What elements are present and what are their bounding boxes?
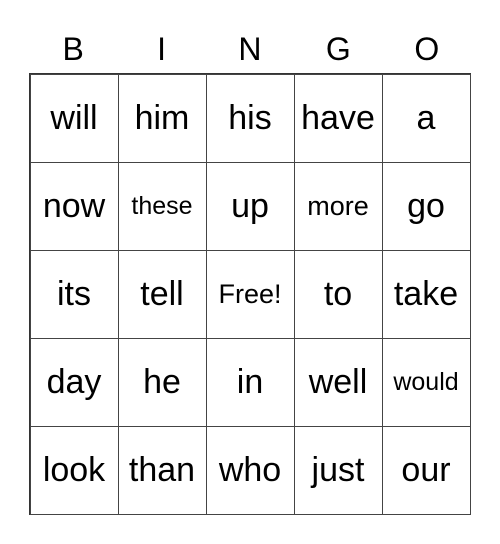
bingo-cell[interactable]: to	[293, 249, 383, 339]
bingo-cell[interactable]: just	[293, 425, 383, 515]
bingo-cell[interactable]: day	[29, 337, 119, 427]
bingo-cell[interactable]: tell	[117, 249, 207, 339]
bingo-cell[interactable]: go	[381, 161, 471, 251]
bingo-cell[interactable]: well	[293, 337, 383, 427]
bingo-cell[interactable]: he	[117, 337, 207, 427]
bingo-cell[interactable]: who	[205, 425, 295, 515]
header-letter-o: O	[414, 31, 440, 67]
bingo-cell[interactable]: his	[205, 73, 295, 163]
bingo-cell[interactable]: now	[29, 161, 119, 251]
header-letter-n: N	[238, 31, 262, 67]
free-space-cell[interactable]: Free!	[205, 249, 295, 339]
bingo-cell[interactable]: in	[205, 337, 295, 427]
header-letter-i: I	[157, 31, 167, 67]
header-letter-b: B	[62, 31, 84, 67]
bingo-cell[interactable]: than	[117, 425, 207, 515]
bingo-cell[interactable]: him	[117, 73, 207, 163]
bingo-cell[interactable]: these	[117, 161, 207, 251]
bingo-cell[interactable]: have	[293, 73, 383, 163]
bingo-cell[interactable]: our	[381, 425, 471, 515]
bingo-header: B I N G O	[29, 28, 471, 70]
bingo-cell[interactable]: will	[29, 73, 119, 163]
bingo-cell[interactable]: more	[293, 161, 383, 251]
bingo-cell[interactable]: would	[381, 337, 471, 427]
bingo-cell[interactable]: up	[205, 161, 295, 251]
header-letter-g: G	[325, 31, 351, 67]
bingo-cell[interactable]: look	[29, 425, 119, 515]
bingo-cell[interactable]: take	[381, 249, 471, 339]
bingo-grid: will him his have a now these up more go…	[29, 73, 471, 515]
bingo-cell[interactable]: its	[29, 249, 119, 339]
bingo-cell[interactable]: a	[381, 73, 471, 163]
